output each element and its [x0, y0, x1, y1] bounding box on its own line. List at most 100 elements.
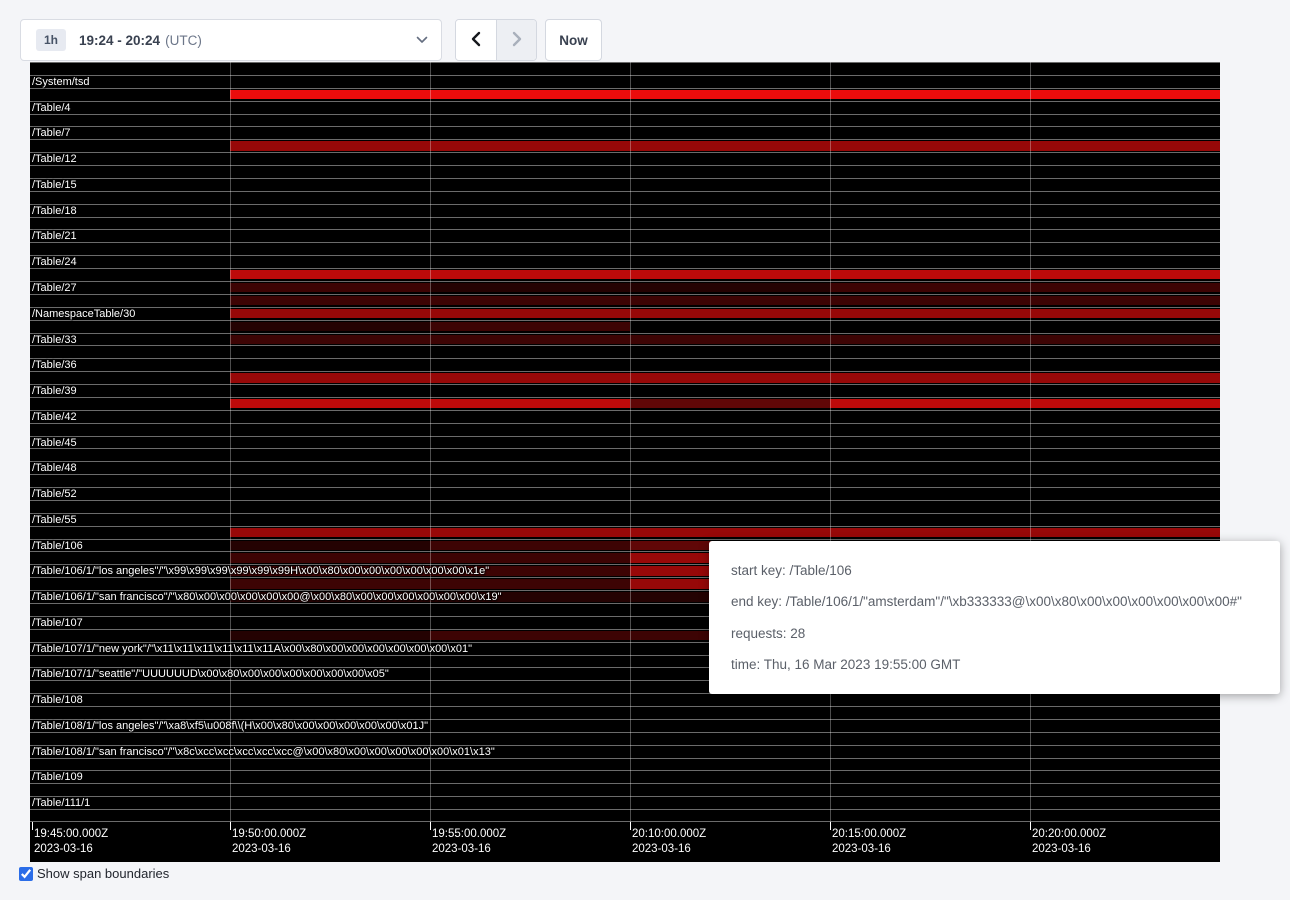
heatmap-cell[interactable]: [630, 296, 830, 305]
heatmap-cell[interactable]: [230, 270, 430, 279]
heatmap-cell[interactable]: [830, 399, 1030, 408]
heatmap-cell[interactable]: [630, 373, 830, 382]
row-label: /Table/106/1/"los angeles"/"\x99\x99\x99…: [32, 565, 489, 577]
axis-date-text: 2023-03-16: [1032, 842, 1106, 857]
heatmap-cell[interactable]: [430, 373, 630, 382]
heatmap-cell[interactable]: [430, 270, 630, 279]
heatmap-cell[interactable]: [430, 296, 630, 305]
heatmap-cell[interactable]: [430, 322, 630, 331]
key-visualizer-heatmap[interactable]: /System/tsd/Table/4/Table/7/Table/12/Tab…: [30, 62, 1220, 862]
show-span-boundaries-control[interactable]: Show span boundaries: [19, 866, 169, 881]
heatmap-cell[interactable]: [630, 283, 830, 292]
time-range-text: 19:24 - 20:24: [79, 33, 160, 48]
row-label: /Table/109: [32, 771, 83, 783]
row-label: /Table/33: [32, 334, 77, 346]
heatmap-cell[interactable]: [230, 322, 430, 331]
time-preset-badge: 1h: [36, 29, 66, 51]
show-span-boundaries-label: Show span boundaries: [37, 866, 169, 881]
heatmap-cell[interactable]: [430, 528, 630, 537]
heatmap-cell[interactable]: [630, 528, 830, 537]
heatmap-cell[interactable]: [230, 283, 430, 292]
heatmap-cell[interactable]: [430, 335, 630, 344]
heatmap-cell[interactable]: [230, 373, 430, 382]
heatmap-cell[interactable]: [430, 90, 630, 99]
heatmap-cell[interactable]: [230, 296, 430, 305]
heatmap-cell[interactable]: [230, 541, 430, 550]
column-boundary-line: [430, 62, 431, 822]
span-boundary-line: [30, 345, 1220, 346]
heatmap-cell[interactable]: [830, 90, 1030, 99]
axis-time-text: 20:15:00.000Z: [832, 827, 906, 842]
span-boundary-line: [30, 255, 1220, 256]
next-time-button[interactable]: [496, 20, 536, 60]
heatmap-tooltip: start key: /Table/106end key: /Table/106…: [709, 541, 1280, 694]
heatmap-cell[interactable]: [1030, 399, 1220, 408]
heatmap-cell[interactable]: [230, 335, 430, 344]
heatmap-cell[interactable]: [1030, 283, 1220, 292]
heatmap-cell[interactable]: [1030, 296, 1220, 305]
heatmap-cell[interactable]: [430, 283, 630, 292]
row-label: /Table/42: [32, 411, 77, 423]
heatmap-cell[interactable]: [630, 309, 830, 318]
heatmap-cell[interactable]: [830, 296, 1030, 305]
span-boundary-line: [30, 88, 1220, 89]
heatmap-cell[interactable]: [230, 309, 430, 318]
heatmap-cell[interactable]: [230, 579, 430, 588]
heatmap-cell[interactable]: [830, 309, 1030, 318]
heatmap-cell[interactable]: [1030, 141, 1220, 150]
heatmap-cell[interactable]: [430, 541, 630, 550]
heatmap-cell[interactable]: [230, 141, 430, 150]
heatmap-cell[interactable]: [1030, 309, 1220, 318]
heatmap-cell[interactable]: [430, 309, 630, 318]
heatmap-cell[interactable]: [630, 270, 830, 279]
axis-time-text: 19:50:00.000Z: [232, 827, 306, 842]
show-span-boundaries-checkbox[interactable]: [19, 867, 33, 881]
heatmap-cell[interactable]: [630, 335, 830, 344]
heatmap-cell[interactable]: [830, 270, 1030, 279]
heatmap-cell[interactable]: [1030, 335, 1220, 344]
heatmap-cell[interactable]: [430, 399, 630, 408]
span-boundary-line: [30, 229, 1220, 230]
heatmap-cell[interactable]: [1030, 528, 1220, 537]
span-boundary-line: [30, 294, 1220, 295]
chevron-left-icon: [469, 31, 483, 50]
axis-tick: [630, 822, 631, 830]
heatmap-cell[interactable]: [430, 141, 630, 150]
time-zone-text: (UTC): [165, 33, 202, 48]
axis-time-text: 19:55:00.000Z: [432, 827, 506, 842]
heatmap-cell[interactable]: [1030, 270, 1220, 279]
heatmap-cell[interactable]: [830, 335, 1030, 344]
heatmap-cell[interactable]: [230, 90, 430, 99]
axis-label: 20:15:00.000Z2023-03-16: [832, 827, 906, 857]
heatmap-cell[interactable]: [430, 631, 630, 640]
axis-label: 20:10:00.000Z2023-03-16: [632, 827, 706, 857]
heatmap-cell[interactable]: [1030, 373, 1220, 382]
heatmap-cell[interactable]: [230, 631, 430, 640]
span-boundary-line: [30, 217, 1220, 218]
heatmap-cell[interactable]: [630, 399, 830, 408]
span-boundary-line: [30, 436, 1220, 437]
heatmap-cell[interactable]: [1030, 90, 1220, 99]
heatmap-cell[interactable]: [230, 399, 430, 408]
heatmap-cell[interactable]: [230, 553, 430, 562]
now-button[interactable]: Now: [545, 19, 602, 61]
prev-time-button[interactable]: [456, 20, 496, 60]
heatmap-cell[interactable]: [830, 373, 1030, 382]
tooltip-line: requests: 28: [731, 626, 1258, 641]
heatmap-cell[interactable]: [630, 141, 830, 150]
span-boundary-line: [30, 796, 1220, 797]
heatmap-cell[interactable]: [830, 528, 1030, 537]
row-label: /Table/7: [32, 127, 71, 139]
column-boundary-line: [230, 62, 231, 822]
axis-date-text: 2023-03-16: [432, 842, 506, 857]
heatmap-cell[interactable]: [230, 528, 430, 537]
heatmap-cell[interactable]: [830, 141, 1030, 150]
time-range-dropdown[interactable]: 1h 19:24 - 20:24 (UTC): [20, 19, 442, 61]
heatmap-cell[interactable]: [430, 579, 630, 588]
axis-time-text: 20:10:00.000Z: [632, 827, 706, 842]
span-boundary-line: [30, 62, 1220, 63]
heatmap-cell[interactable]: [430, 553, 630, 562]
span-boundary-line: [30, 539, 1220, 540]
heatmap-cell[interactable]: [630, 90, 830, 99]
heatmap-cell[interactable]: [830, 283, 1030, 292]
